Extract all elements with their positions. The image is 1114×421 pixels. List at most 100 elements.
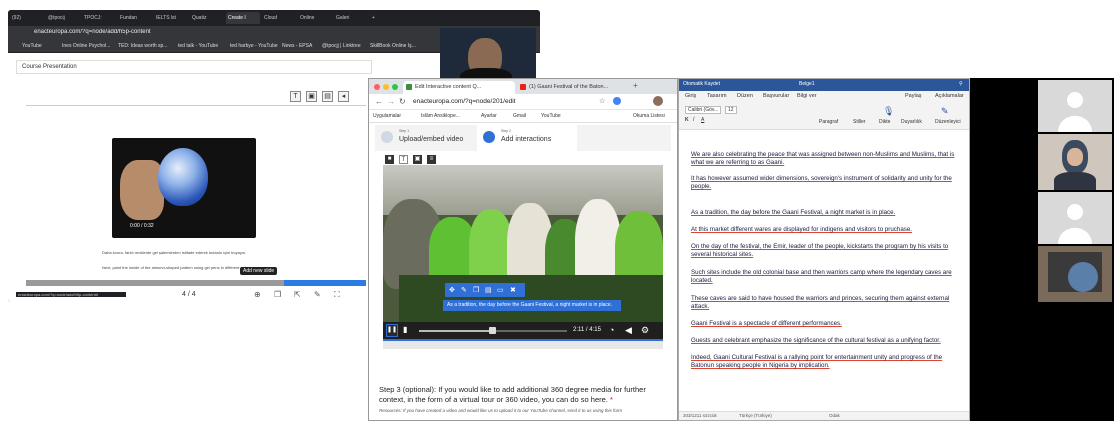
back-bookmark-6[interactable]: @tpocjj | Linktree bbox=[322, 43, 366, 49]
front-new-tab-icon[interactable]: + bbox=[633, 81, 638, 90]
front-tab-edit[interactable]: Edit Interactive content Q... bbox=[403, 81, 515, 94]
forward-arrow-icon[interactable]: → bbox=[387, 97, 395, 106]
participant-tile-1[interactable] bbox=[1038, 80, 1112, 132]
back-new-tab-button[interactable]: + bbox=[370, 12, 382, 24]
back-tab-9[interactable]: Galeri bbox=[334, 12, 368, 24]
editor-button[interactable]: Düzenleyici bbox=[935, 119, 961, 125]
extension-icon[interactable] bbox=[613, 97, 621, 105]
speed-icon[interactable]: ◔ bbox=[609, 325, 614, 335]
paragraph-6[interactable]: Such sites include the old colonial base… bbox=[691, 269, 963, 285]
interaction-timeline[interactable] bbox=[383, 339, 663, 349]
front-bookmark-islam[interactable]: İslâm Ansiklope... bbox=[421, 113, 475, 119]
back-url-field[interactable]: enacteuropa.com/?q=node/add/h5p-content bbox=[34, 29, 414, 35]
text-tool-button[interactable]: T bbox=[290, 91, 301, 102]
front-url-field[interactable]: enacteuropa.com/?q=node/201/edit bbox=[413, 98, 593, 105]
move-slide-icon[interactable]: ⇱ bbox=[294, 290, 301, 299]
dictate-icon[interactable]: 🎙 bbox=[883, 106, 894, 117]
move-icon[interactable]: ✥ bbox=[449, 286, 455, 294]
paragraph-9[interactable]: Guests and celebrant emphasize the signi… bbox=[691, 337, 963, 345]
front-tab-youtube[interactable]: (1) Gaani Festival of the Baton... bbox=[517, 81, 629, 94]
underline-button[interactable]: A bbox=[701, 117, 704, 123]
back-bookmark-7[interactable]: SkillBook Online Iş... bbox=[370, 43, 418, 49]
back-tab-4[interactable]: IELTS lst bbox=[154, 12, 188, 24]
tab-layout[interactable]: Düzen bbox=[737, 93, 753, 99]
pause-button[interactable]: ❚❚ bbox=[386, 324, 398, 337]
back-tab-5[interactable]: Quatiz bbox=[190, 12, 224, 24]
image-tool-icon[interactable]: ▣ bbox=[306, 91, 317, 102]
tool-list-icon[interactable]: ≡ bbox=[427, 155, 436, 164]
styles-group[interactable]: Stiller bbox=[853, 119, 866, 125]
back-bookmark-1[interactable]: Ines Online Psychol... bbox=[62, 43, 114, 49]
tab-tell-me[interactable]: Bilgi ver bbox=[797, 93, 817, 99]
bookmark-icon[interactable]: ▮ bbox=[403, 325, 407, 334]
tool-image-icon[interactable]: ▣ bbox=[413, 155, 422, 164]
back-tab-3[interactable]: Fundan bbox=[118, 12, 152, 24]
seek-handle[interactable] bbox=[489, 327, 496, 334]
search-icon[interactable]: ⚲ bbox=[959, 81, 963, 87]
bold-button[interactable]: K bbox=[685, 117, 689, 123]
italic-button[interactable]: İ bbox=[693, 117, 694, 123]
autosave-label[interactable]: Otomatik Kaydet bbox=[683, 81, 720, 87]
copy-icon[interactable]: ❐ bbox=[473, 286, 479, 294]
zoom-window-button[interactable] bbox=[392, 84, 398, 90]
front-bookmark-settings[interactable]: Ayarlar bbox=[481, 113, 497, 119]
back-bookmark-4[interactable]: ted harbye - YouTube bbox=[230, 43, 278, 49]
settings-gear-icon[interactable]: ⚙ bbox=[641, 325, 649, 336]
tab-design[interactable]: Tasarım bbox=[707, 93, 727, 99]
tab-references[interactable]: Başvurular bbox=[763, 93, 789, 99]
reload-icon[interactable]: ↻ bbox=[399, 97, 406, 106]
comment-icon[interactable]: ✎ bbox=[314, 290, 321, 299]
back-bookmark-2[interactable]: TED: Ideas worth sp... bbox=[118, 43, 174, 49]
paste-icon[interactable]: ▤ bbox=[485, 286, 492, 294]
paragraph-4[interactable]: At this market different wares are displ… bbox=[691, 226, 963, 234]
participant-video-2[interactable] bbox=[1038, 134, 1112, 190]
audio-tool-icon[interactable]: ◂ bbox=[338, 91, 349, 102]
paragraph-1[interactable]: We are also celebrating the peace that w… bbox=[691, 151, 963, 167]
interaction-caption[interactable]: As a tradition, the day before the Gaani… bbox=[443, 300, 621, 311]
tool-hotspot-icon[interactable]: ■ bbox=[385, 155, 394, 164]
video-tool-icon[interactable]: ▤ bbox=[322, 91, 333, 102]
paragraph-8[interactable]: Gaani Festival is a spectacle of differe… bbox=[691, 320, 963, 328]
clone-slide-icon[interactable]: ❐ bbox=[274, 290, 281, 299]
star-icon[interactable]: ☆ bbox=[599, 97, 605, 105]
back-tab-2[interactable]: TPOCJ: bbox=[82, 12, 116, 24]
back-bookmark-0[interactable]: YouTube bbox=[22, 43, 58, 49]
back-tab-8[interactable]: Online bbox=[298, 12, 332, 24]
sensitivity-button[interactable]: Duyarlılık bbox=[901, 119, 922, 125]
language-indicator[interactable]: Türkçe (Türkiye) bbox=[739, 413, 772, 418]
back-tab-7[interactable]: Cloud bbox=[262, 12, 296, 24]
front-bookmark-gmail[interactable]: Gmail bbox=[513, 113, 526, 119]
profile-avatar[interactable] bbox=[653, 96, 663, 106]
edit-icon[interactable]: ✎ bbox=[461, 286, 467, 294]
paragraph-2[interactable]: It has however assumed wider dimensions,… bbox=[691, 175, 963, 191]
back-tab-1[interactable]: @tpocij bbox=[46, 12, 80, 24]
fullscreen-icon[interactable]: ⛶ bbox=[334, 290, 340, 300]
dictate-button[interactable]: Dikte bbox=[879, 119, 890, 125]
share-button[interactable]: Paylaş bbox=[905, 93, 922, 99]
editor-icon[interactable]: ✎ bbox=[941, 106, 949, 117]
close-window-button[interactable] bbox=[374, 84, 380, 90]
back-tab-6[interactable]: Create I bbox=[226, 12, 260, 24]
front-bookmark-reading-list[interactable]: Okuma Listesi bbox=[633, 113, 665, 119]
paragraph-5[interactable]: On the day of the festival, the Emir, le… bbox=[691, 243, 963, 259]
delete-icon[interactable]: ✖ bbox=[510, 286, 516, 294]
minimize-window-button[interactable] bbox=[383, 84, 389, 90]
back-tab-0[interactable]: (92) bbox=[10, 12, 44, 24]
back-bookmark-3[interactable]: ted talk - YouTube bbox=[178, 43, 226, 49]
font-size-select[interactable]: 12 bbox=[725, 106, 737, 114]
paragraph-group[interactable]: Paragraf bbox=[819, 119, 838, 125]
front-bookmark-youtube[interactable]: YouTube bbox=[541, 113, 561, 119]
add-slide-icon[interactable]: ⊕ bbox=[254, 290, 261, 299]
front-bookmark-apps[interactable]: Uygulamalar bbox=[373, 113, 401, 119]
participant-video-4[interactable] bbox=[1038, 246, 1112, 302]
back-arrow-icon[interactable]: ← bbox=[375, 97, 383, 106]
comments-button[interactable]: Açıklamalar bbox=[935, 93, 964, 99]
focus-button[interactable]: Odak bbox=[829, 413, 840, 418]
tool-text-icon[interactable]: T bbox=[399, 155, 408, 164]
bring-front-icon[interactable]: ▭ bbox=[497, 286, 504, 294]
participant-tile-3[interactable] bbox=[1038, 192, 1112, 244]
paragraph-10[interactable]: Indeed, Gaani Cultural Festival is a ral… bbox=[691, 354, 963, 370]
paragraph-7[interactable]: These caves are said to have housed the … bbox=[691, 295, 963, 311]
font-name-select[interactable]: Calibri (Göv... bbox=[685, 106, 722, 114]
tab-home[interactable]: Giriş bbox=[685, 93, 696, 99]
